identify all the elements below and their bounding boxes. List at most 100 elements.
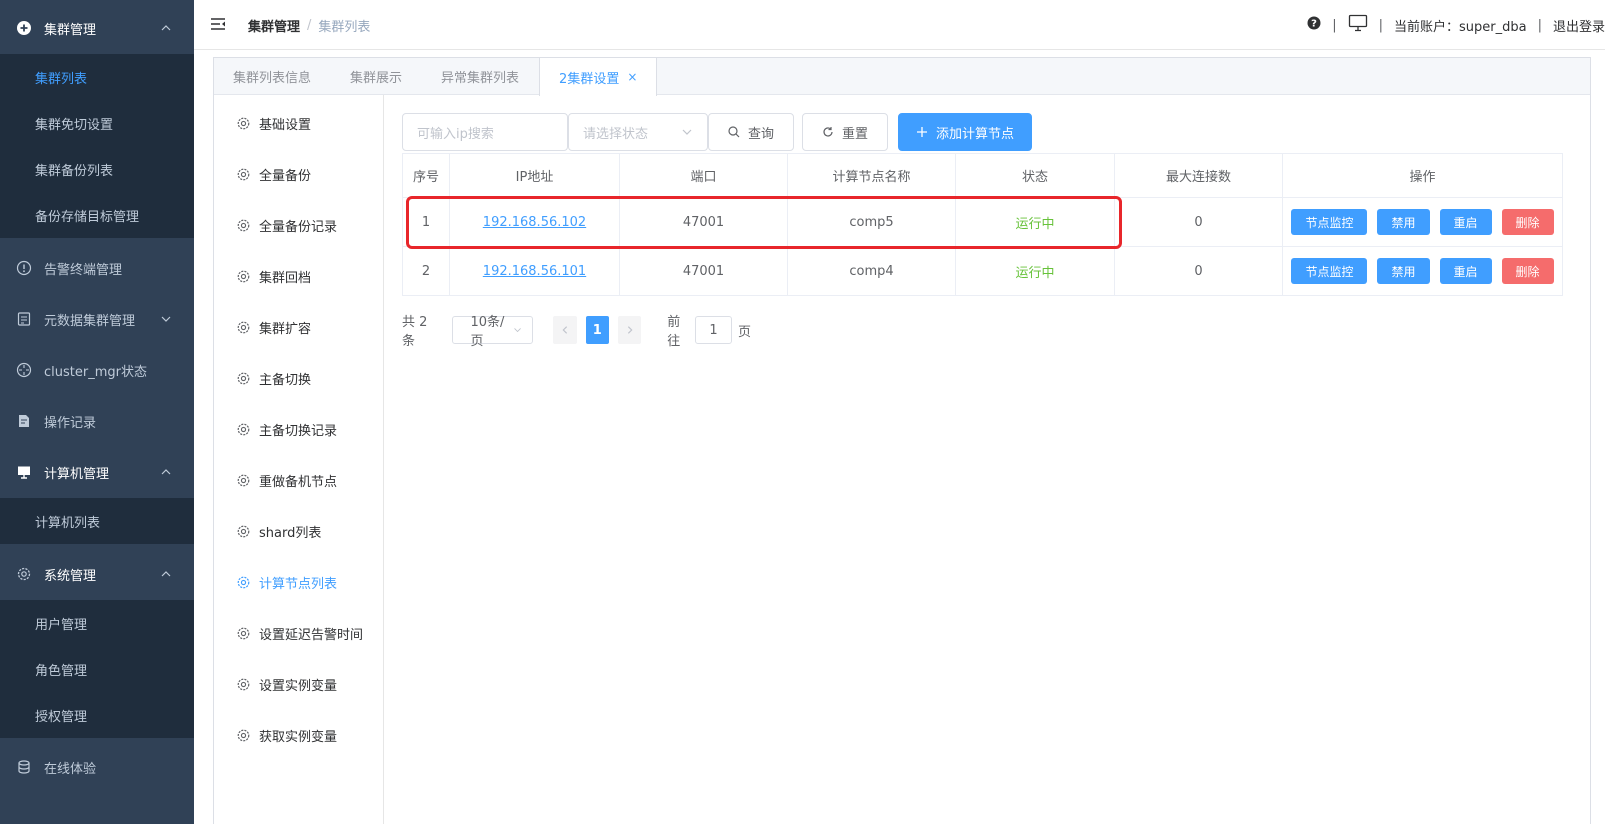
menu-label: 计算机管理 [44,466,110,482]
tab-cluster-settings[interactable]: 2集群设置 × [539,58,658,96]
cell-status: 运行中 [955,246,1115,296]
breadcrumb-item[interactable]: 集群管理 [248,16,300,35]
status-select[interactable]: 请选择状态 [568,113,708,151]
chevron-down-icon [161,316,171,322]
cylinder-icon [16,759,32,775]
menu-alarm-terminal[interactable]: 告警终端管理 [0,242,194,294]
menu-online-trial[interactable]: 在线体验 [0,741,194,793]
menu-label: 系统管理 [44,568,97,584]
page-number-current[interactable]: 1 [585,316,609,344]
menu-label: 告警终端管理 [44,262,123,278]
settings-nav-item[interactable]: shard列表 [236,521,321,541]
sub-item-user-management[interactable]: 用户管理 [0,600,194,646]
delete-button[interactable]: 删除 [1501,258,1554,284]
menu-computer-management[interactable]: 计算机管理 [0,446,194,498]
query-label: 查询 [747,126,774,142]
settings-nav-label: 集群回档 [259,270,312,286]
page-size-select[interactable]: 10条/页 [451,315,534,349]
restart-button[interactable]: 重启 [1439,258,1492,284]
gear-icon [237,270,250,282]
settings-nav: 基础设置全量备份全量备份记录集群回档集群扩容主备切换主备切换记录 重做备机节点 sh… [214,95,384,824]
cell-ip: 192.168.56.102 [449,197,620,247]
settings-nav-label: shard列表 [259,525,322,541]
sub-item-backup-storage[interactable]: 备份存储目标管理 [0,192,194,238]
logout-link[interactable]: 退出登录 [1553,16,1605,35]
breadcrumb: 集群管理 / 集群列表 [248,16,370,35]
settings-nav-item[interactable]: 全量备份记录 [236,215,337,235]
close-icon[interactable]: × [627,70,637,84]
gear-icon [237,168,250,180]
menu-cluster-mgr-status[interactable]: cluster_mgr状态 [0,344,194,396]
add-compute-node-button[interactable]: 添加计算节点 [898,113,1032,151]
ip-link[interactable]: 192.168.56.101 [483,264,586,279]
settings-nav-item[interactable]: 集群扩容 [236,317,311,337]
search-toolbar: 可输入ip搜索 请选择状态 查询 重置 添加计算节点 [402,113,1032,151]
restart-button[interactable]: 重启 [1439,209,1492,235]
chevron-up-icon [161,25,171,31]
menu-metadata-cluster[interactable]: 元数据集群管理 [0,293,194,345]
query-button[interactable]: 查询 [708,113,794,151]
disable-button[interactable]: 禁用 [1377,258,1430,284]
menu-system-management[interactable]: 系统管理 [0,548,194,600]
chevron-left-icon [562,326,567,334]
prev-page-button[interactable] [553,316,577,344]
compute-node-table: 序号 IP地址 端口 计算节点名称 状态 最大连接数 操作 1 192.168.5… [402,153,1563,296]
settings-nav-item[interactable]: 获取实例变量 [236,725,337,745]
settings-nav-item[interactable]: 集群回档 [236,266,311,286]
table-row: 1 192.168.56.102 47001 comp5 运行中 0 节点监控 禁用 重启 删除 [402,197,1563,247]
settings-nav-label: 获取实例变量 [259,729,338,745]
disable-button[interactable]: 禁用 [1377,209,1430,235]
sub-item-computer-list[interactable]: 计算机列表 [0,498,194,544]
tab-cluster-list-info[interactable]: 集群列表信息 [214,58,331,95]
sub-item-cluster-noswitch[interactable]: 集群免切设置 [0,100,194,146]
tab-cluster-display[interactable]: 集群展示 [331,58,422,95]
node-monitor-button[interactable]: 节点监控 [1291,209,1368,235]
table-header-row: 序号 IP地址 端口 计算节点名称 状态 最大连接数 操作 [402,153,1563,198]
node-monitor-button[interactable]: 节点监控 [1291,258,1368,284]
menu-label: 操作记录 [44,415,97,431]
settings-nav-item[interactable]: 计算节点列表 [236,572,337,592]
sub-item-role-management[interactable]: 角色管理 [0,646,194,692]
add-label: 添加计算节点 [935,126,1014,142]
column-header: 操作 [1282,153,1563,198]
info-circle-icon [16,260,32,276]
sub-item-cluster-backup[interactable]: 集群备份列表 [0,146,194,192]
operation-buttons: 节点监控 禁用 重启 删除 [1283,258,1562,284]
settings-nav-item[interactable]: 重做备机节点 [236,470,337,490]
submenu-system: 用户管理 角色管理 授权管理 [0,600,194,738]
column-header: 计算节点名称 [787,153,956,198]
settings-nav-label: 全量备份 [259,168,312,184]
tab-label: 异常集群列表 [441,71,520,86]
screen-icon[interactable] [1348,14,1368,36]
sub-item-auth-management[interactable]: 授权管理 [0,692,194,738]
cell-operations: 节点监控 禁用 重启 删除 [1282,197,1563,247]
settings-nav-item[interactable]: 主备切换记录 [236,419,337,439]
next-page-button[interactable] [617,316,642,344]
settings-nav-item[interactable]: 基础设置 [236,113,311,133]
cell-node-name: comp4 [787,246,956,296]
breadcrumb-item-current: 集群列表 [318,20,371,35]
settings-nav-label: 基础设置 [259,117,312,133]
settings-nav-item[interactable]: 设置延迟告警时间 [236,623,363,643]
menu-cluster-management[interactable]: 集群管理 [0,2,194,54]
settings-nav-item[interactable]: 主备切换 [236,368,311,388]
menu-label: 在线体验 [44,761,97,777]
reset-button[interactable]: 重置 [802,113,888,151]
settings-nav-item[interactable]: 全量备份 [236,164,311,184]
help-icon[interactable]: ? [1307,16,1321,34]
gear-icon [237,474,250,486]
hamburger-icon[interactable] [210,16,226,32]
gear-icon [237,627,250,639]
sub-item-cluster-list[interactable]: 集群列表 [0,54,194,100]
tab-label: 2集群设置 [559,71,620,87]
goto-page-input[interactable]: 1 [695,316,733,344]
menu-operation-log[interactable]: 操作记录 [0,395,194,447]
delete-button[interactable]: 删除 [1501,209,1554,235]
ip-link[interactable]: 192.168.56.102 [483,215,586,230]
settings-nav-item[interactable]: 设置实例变量 [236,674,337,694]
cell-port: 47001 [619,246,788,296]
separator: | [1537,17,1542,33]
tab-abnormal-cluster-list[interactable]: 异常集群列表 [422,58,539,95]
ip-search-input[interactable]: 可输入ip搜索 [402,113,568,151]
plus-icon [916,127,927,137]
